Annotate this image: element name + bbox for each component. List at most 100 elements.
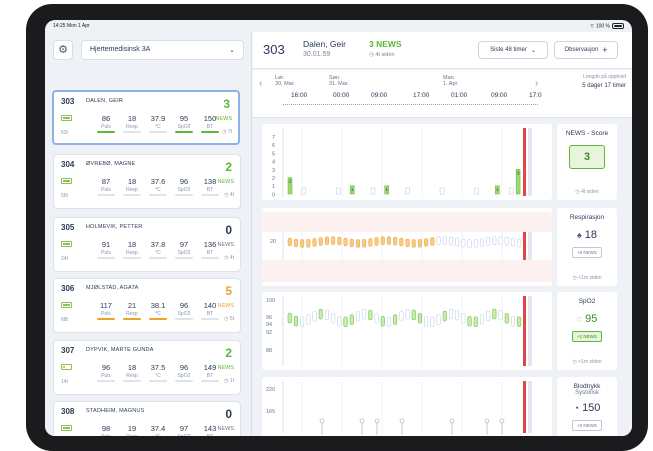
timeline-time: 09:00 — [491, 92, 508, 99]
spo2-summary-panel[interactable]: SpO2 ◌ 95 +1 NEWS ◷ <1m siden — [557, 292, 617, 370]
y-tick-label: 3 — [272, 168, 275, 174]
news-summary-panel[interactable]: NEWS - Score 3 ◷ 4t siden — [557, 124, 617, 200]
resp-summary-panel[interactable]: Respirasjon ♠ 18 +0 NEWS ◷ <1m siden — [557, 208, 617, 286]
gauge-icon: ◔ — [573, 403, 579, 413]
chevron-down-icon: ⌄ — [229, 46, 235, 54]
patient-card[interactable]: 308 STADHEIM, MAGNUS 98 Puls 19 Resp 37.… — [53, 401, 241, 436]
gear-icon: ⚙ — [58, 44, 68, 56]
vital-label: Resp — [126, 373, 138, 379]
vital-value: 38.1 — [150, 301, 166, 310]
bp-point — [499, 418, 505, 424]
resp-point — [293, 238, 298, 248]
vital-indicator — [123, 131, 141, 133]
vital-indicator — [201, 380, 219, 382]
patient-card-vital: 21 Resp — [120, 301, 144, 320]
resp-point — [517, 238, 522, 248]
status-date: Mon 1 Apr — [66, 23, 90, 29]
battery-icon — [61, 364, 72, 370]
vital-value: 95 — [179, 114, 189, 123]
resp-point — [405, 238, 410, 248]
resp-point — [374, 237, 379, 246]
patient-card-time: ◷ 7t — [222, 129, 232, 135]
vital-label: Puls — [101, 187, 111, 193]
vital-label: Resp — [126, 124, 138, 130]
timeline-ruler — [283, 101, 538, 105]
news-time: ◷ 4t siden — [369, 52, 395, 58]
patient-card[interactable]: 305 HOLMEVIK, PETTER 24t 91 Puls 18 Resp… — [53, 217, 241, 272]
vital-label: BT — [206, 373, 214, 379]
resp-point — [455, 237, 460, 247]
resp-point — [287, 237, 292, 247]
vital-value: 18 — [127, 363, 137, 372]
resp-point — [368, 238, 373, 247]
resp-summary-time-label: <1m siden — [578, 275, 602, 281]
patient-card-vital: 37.6 °C — [146, 177, 170, 196]
spo2-point — [455, 309, 460, 321]
vital-indicator — [201, 257, 219, 259]
news-bar — [439, 187, 445, 195]
resp-point — [337, 236, 342, 246]
resp-point — [355, 239, 360, 248]
resp-point — [486, 237, 491, 246]
y-tick-label: 94 — [266, 322, 272, 328]
time-range-button[interactable]: Siste 48 timer ⌄ — [478, 41, 548, 59]
patient-card-vital: 98 Puls — [94, 424, 118, 436]
spo2-point — [287, 312, 292, 324]
vital-label: BT — [206, 311, 214, 317]
spo2-point — [473, 316, 478, 328]
resp-point — [448, 236, 453, 246]
spo2-point — [393, 314, 398, 325]
spo2-summary-time-label: <1m siden — [578, 359, 602, 365]
patient-card-name: MJØLSTAD, AGATA — [86, 285, 139, 291]
spo2-point — [362, 308, 367, 320]
patient-dob: 30.01.59 — [303, 51, 331, 58]
patient-card[interactable]: 307 DYPVIK, MARTE GUNDA 14t 96 Puls 18 R… — [53, 340, 241, 395]
patient-card[interactable]: 303 DALEN, GEIR 53t 86 Puls 18 Resp 37.9… — [52, 90, 240, 145]
patient-card[interactable]: 304 ØVREBØ, MAGNE 56t 87 Puls 18 Resp 37… — [53, 154, 241, 209]
news-bar — [508, 187, 514, 195]
oxygen-icon: ◌ — [576, 314, 583, 324]
resp-point — [349, 238, 354, 248]
patient-card-vital: 87 Puls — [94, 177, 118, 196]
time-range-label: Siste 48 timer — [490, 47, 527, 53]
resp-point — [318, 237, 323, 246]
vital-indicator — [123, 380, 141, 382]
ward-select[interactable]: Hjertemedisinsk 3A ⌄ — [81, 39, 244, 60]
patient-card-news-label: NEWS — [217, 426, 235, 432]
patient-list-panel: ⚙ Hjertemedisinsk 3A ⌄ 303 DALEN, GEIR 5… — [45, 32, 252, 436]
timeline-day: Søn. 31. Mar. — [329, 75, 349, 87]
patient-card-name: DALEN, GEIR — [86, 98, 124, 104]
y-tick-label: 88 — [266, 348, 272, 354]
patient-card-score: 3 — [223, 97, 230, 111]
bp-value: 150 — [582, 402, 601, 414]
vital-label: BT — [206, 124, 214, 130]
vital-label: SpO2 — [172, 434, 196, 436]
resp-point — [424, 238, 429, 247]
vital-indicator — [201, 318, 219, 320]
settings-button[interactable]: ⚙ — [53, 39, 73, 60]
observation-button[interactable]: Observasjon + — [554, 41, 618, 59]
vital-value: 18 — [127, 240, 137, 249]
y-tick-label: 92 — [266, 330, 272, 336]
patient-card-vital: 117 Puls — [94, 301, 118, 320]
plus-icon: + — [602, 45, 608, 55]
spo2-summary-title: SpO2 — [578, 298, 596, 305]
timeline-prev-button[interactable]: ‹ — [259, 78, 262, 89]
news-score-label: 3 NEWS — [369, 39, 402, 49]
bp-summary-panel[interactable]: Blodtrykk Systolisk ◔ 150 +0 NEWS — [557, 377, 617, 436]
patient-card-time: ◷ 5t — [224, 316, 234, 322]
patient-card[interactable]: 306 MJØLSTAD, AGATA 68t 117 Puls 21 Resp… — [53, 278, 241, 333]
timeline-header: ‹ › Lør. 30. Mar. Søn. 31. Mar. Man. 1. Apr… — [253, 70, 632, 118]
battery-icon — [61, 425, 72, 431]
spo2-point — [479, 314, 484, 325]
spo2-chart: 100 9694 92 88 — [266, 296, 532, 366]
patient-card-vital: 91 Puls — [94, 240, 118, 259]
timeline-next-button[interactable]: › — [535, 78, 538, 89]
status-bar: 14:25 Mon 1 Apr ⌔ 100 % — [45, 20, 632, 32]
patient-card-room: 303 — [61, 97, 75, 106]
spo2-point — [399, 310, 404, 322]
y-tick-label: 165 — [266, 409, 275, 415]
spo2-news-badge: +1 NEWS — [572, 331, 602, 342]
timeline-time: 17:0 — [529, 92, 542, 99]
resp-point — [510, 237, 515, 247]
